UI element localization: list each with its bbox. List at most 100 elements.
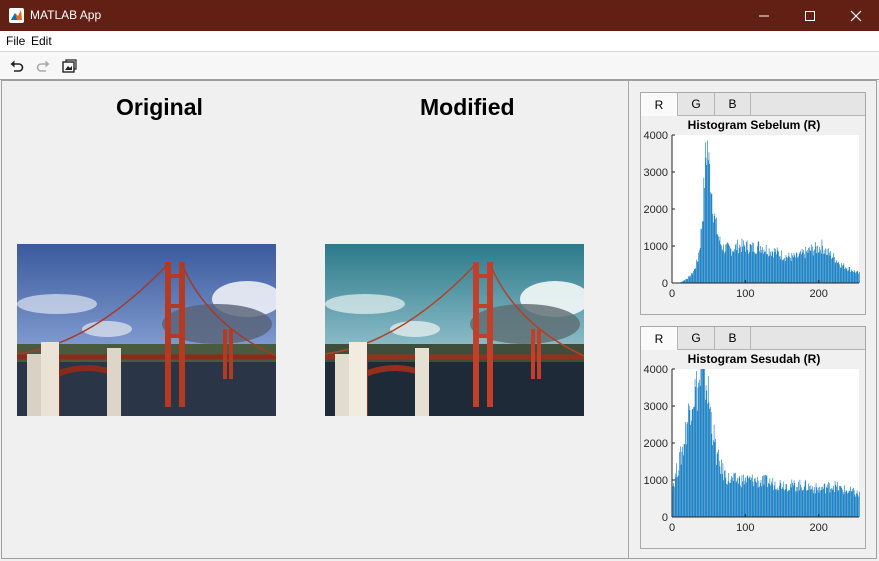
- histogram-bar: [857, 494, 859, 517]
- histogram-bar: [754, 478, 755, 517]
- histogram-bar: [707, 376, 709, 517]
- histogram-bar: [820, 490, 821, 517]
- histogram-bar: [836, 486, 837, 517]
- histogram-bar: [726, 483, 727, 517]
- histogram-bar: [723, 244, 724, 283]
- histogram-bar: [743, 244, 745, 283]
- histogram-bar: [727, 242, 728, 283]
- histogram-bar: [710, 194, 712, 283]
- histogram-bar: [765, 474, 766, 517]
- histogram-bar: [719, 236, 721, 283]
- histogram-bar: [782, 486, 783, 517]
- histogram-bar: [751, 474, 753, 517]
- histogram-bar: [758, 480, 760, 517]
- x-tick-label: 100: [736, 288, 754, 300]
- histogram-bar: [771, 484, 773, 517]
- histogram-bar: [695, 386, 697, 517]
- histogram-bar: [838, 490, 840, 517]
- histogram-bar: [856, 493, 857, 517]
- histogram-bar: [845, 268, 847, 283]
- histogram-bar: [724, 470, 725, 517]
- histogram-bar: [732, 481, 734, 517]
- histogram-bar: [766, 254, 768, 283]
- redo-icon[interactable]: [35, 58, 51, 74]
- histogram-bar: [804, 481, 806, 517]
- y-tick-label: 4000: [644, 130, 668, 142]
- maximize-button[interactable]: [787, 0, 833, 31]
- histogram-bar: [718, 240, 720, 283]
- histogram-bar: [821, 489, 823, 517]
- histogram-bar: [790, 483, 791, 517]
- histogram-bar: [823, 253, 824, 283]
- y-tick-label: 2000: [644, 438, 668, 450]
- histogram-bar: [757, 477, 758, 517]
- histogram-bar: [834, 257, 835, 283]
- histogram-bar: [707, 140, 708, 283]
- histogram-bar: [716, 453, 718, 517]
- histogram-bar: [746, 241, 747, 283]
- close-icon: [850, 10, 862, 21]
- histogram-bar: [795, 491, 796, 517]
- histogram-bar: [760, 480, 762, 517]
- minimize-button[interactable]: [741, 0, 787, 31]
- histogram-bar: [727, 243, 729, 283]
- histogram-bar: [693, 407, 694, 517]
- histogram-bar: [755, 253, 757, 283]
- histogram-bar: [714, 213, 716, 283]
- histogram-bar: [710, 192, 711, 283]
- histogram-bar: [814, 249, 815, 283]
- histogram-bar: [762, 253, 764, 283]
- histogram-bar: [704, 188, 705, 283]
- histogram-bar: [725, 477, 727, 517]
- histogram-before-chart: 0 1000 2000 3000 4000 0 100 200: [644, 130, 860, 300]
- menu-edit[interactable]: Edit: [31, 34, 52, 48]
- histogram-bar: [713, 440, 714, 517]
- histogram-before-tabgroup: R G B Histogram Sebelum (R) 0 1000 2000 300…: [640, 92, 866, 315]
- histogram-bar: [701, 369, 702, 517]
- histogram-bar: [831, 258, 832, 283]
- histogram-bar: [751, 477, 752, 517]
- histogram-bar: [700, 369, 702, 517]
- menu-file[interactable]: File: [6, 34, 25, 48]
- histogram-bar: [687, 278, 688, 283]
- undo-icon[interactable]: [9, 58, 25, 74]
- histogram-bar: [844, 485, 845, 517]
- histogram-bar: [717, 451, 719, 517]
- histogram-bar: [817, 490, 818, 517]
- histogram-bar: [754, 478, 756, 517]
- y-tick-label: 0: [662, 512, 668, 524]
- close-button[interactable]: [833, 0, 879, 31]
- histogram-bar: [848, 267, 850, 283]
- histogram-bar: [707, 403, 708, 517]
- histogram-bar: [700, 228, 702, 283]
- histogram-bar: [847, 270, 848, 283]
- save-image-icon[interactable]: [61, 58, 77, 74]
- histogram-bar: [740, 246, 741, 283]
- histogram-bar: [787, 256, 789, 283]
- histogram-bar: [762, 475, 763, 517]
- histogram-bar: [842, 265, 844, 283]
- histogram-bar: [796, 253, 798, 283]
- toolbar: [0, 52, 879, 80]
- histogram-bar: [705, 157, 707, 283]
- histogram-bar: [798, 256, 799, 283]
- histogram-bar: [768, 248, 770, 283]
- histogram-after-chart: 0 1000 2000 3000 4000 0 100 200: [644, 364, 860, 534]
- histogram-bar: [782, 260, 784, 283]
- histogram-bar: [699, 379, 700, 517]
- original-title: Original: [116, 94, 203, 120]
- histogram-bar: [787, 490, 789, 517]
- histogram-bar: [685, 279, 686, 283]
- histogram-bar: [766, 475, 768, 517]
- histogram-bar: [794, 482, 796, 517]
- histogram-bar: [813, 493, 815, 517]
- histogram-bar: [705, 385, 707, 517]
- histogram-bar: [853, 490, 855, 517]
- histogram-bar: [725, 244, 727, 283]
- histogram-bar: [831, 488, 832, 517]
- y-tick-label: 1000: [644, 241, 668, 253]
- histogram-bar: [802, 252, 804, 283]
- histogram-bar: [756, 253, 757, 283]
- histogram-bar: [697, 261, 699, 283]
- histogram-bar: [773, 485, 775, 517]
